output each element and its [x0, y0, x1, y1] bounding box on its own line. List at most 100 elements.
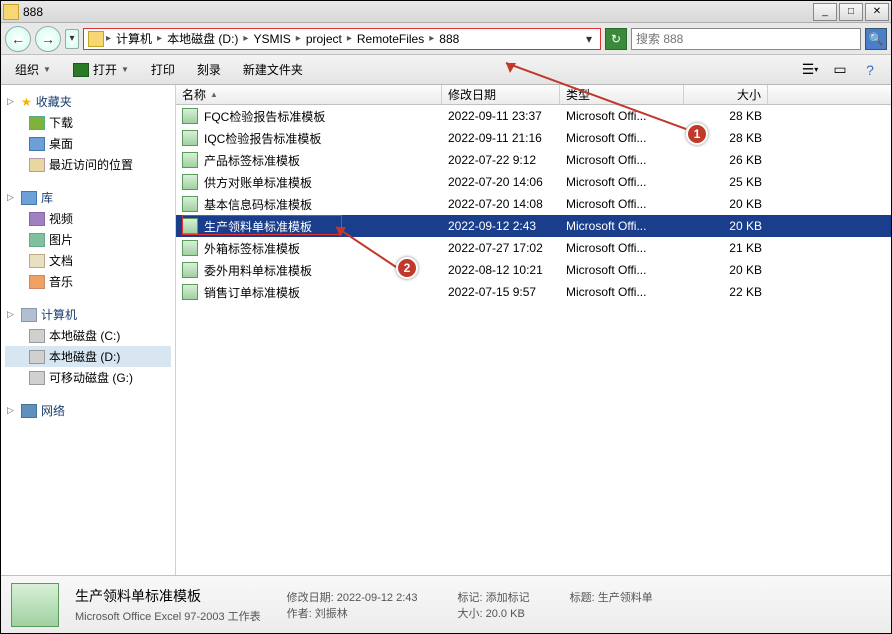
file-type: Microsoft Offi...	[560, 109, 684, 123]
file-type: Microsoft Offi...	[560, 263, 684, 277]
file-date: 2022-08-12 10:21	[442, 263, 560, 277]
drive-icon	[29, 350, 45, 364]
help-button[interactable]: ?	[859, 60, 881, 80]
address-dropdown[interactable]: ▾	[582, 32, 596, 46]
details-size: 20.0 KB	[486, 608, 525, 620]
crumb-1[interactable]: 本地磁盘 (D:)	[164, 30, 241, 47]
file-list-pane: 名称▲ 修改日期 类型 大小 FQC检验报告标准模板2022-09-11 23:…	[176, 85, 891, 575]
file-size: 20 KB	[684, 197, 768, 211]
excel-file-icon	[182, 130, 198, 146]
file-name: 生产领料单标准模板	[204, 218, 312, 235]
crumb-3[interactable]: project	[303, 32, 345, 46]
forward-button[interactable]: →	[35, 26, 61, 52]
file-size: 21 KB	[684, 241, 768, 255]
file-row[interactable]: 生产领料单标准模板2022-09-12 2:43Microsoft Offi..…	[176, 215, 891, 237]
file-name: IQC检验报告标准模板	[204, 130, 321, 147]
details-tags[interactable]: 添加标记	[486, 592, 530, 604]
library-icon	[21, 191, 37, 205]
sidebar-drive-d[interactable]: 本地磁盘 (D:)	[5, 346, 171, 367]
col-type[interactable]: 类型	[560, 85, 684, 104]
file-type: Microsoft Offi...	[560, 131, 684, 145]
file-date: 2022-07-27 17:02	[442, 241, 560, 255]
music-icon	[29, 275, 45, 289]
address-folder-icon	[88, 31, 104, 47]
sidebar-favorites[interactable]: ▷★收藏夹	[5, 91, 171, 112]
sidebar-desktop[interactable]: 桌面	[5, 133, 171, 154]
file-row[interactable]: 基本信息码标准模板2022-07-20 14:08Microsoft Offi.…	[176, 193, 891, 215]
sidebar-documents[interactable]: 文档	[5, 250, 171, 271]
file-name: 基本信息码标准模板	[204, 196, 312, 213]
col-name[interactable]: 名称▲	[176, 85, 442, 104]
open-menu[interactable]: 打开▼	[69, 59, 133, 80]
minimize-button[interactable]: _	[813, 3, 837, 21]
file-name: 委外用料单标准模板	[204, 262, 312, 279]
details-author[interactable]: 刘振林	[315, 608, 348, 620]
print-button[interactable]: 打印	[147, 59, 179, 80]
burn-button[interactable]: 刻录	[193, 59, 225, 80]
history-dropdown[interactable]: ▾	[65, 29, 79, 49]
excel-file-icon	[182, 262, 198, 278]
preview-pane-button[interactable]: ▭	[829, 60, 851, 80]
organize-menu[interactable]: 组织▼	[11, 59, 55, 80]
file-row[interactable]: IQC检验报告标准模板2022-09-11 21:16Microsoft Off…	[176, 127, 891, 149]
file-row[interactable]: 供方对账单标准模板2022-07-20 14:06Microsoft Offi.…	[176, 171, 891, 193]
excel-file-icon	[182, 240, 198, 256]
sidebar-network[interactable]: ▷网络	[5, 400, 171, 421]
file-name: 产品标签标准模板	[204, 152, 300, 169]
drive-icon	[29, 329, 45, 343]
view-menu[interactable]: ☰▾	[799, 60, 821, 80]
file-size: 22 KB	[684, 285, 768, 299]
file-row[interactable]: 外箱标签标准模板2022-07-27 17:02Microsoft Offi..…	[176, 237, 891, 259]
sidebar-libraries[interactable]: ▷库	[5, 187, 171, 208]
sidebar: ▷★收藏夹 下载 桌面 最近访问的位置 ▷库 视频 图片 文档 音乐 ▷计算机 …	[1, 85, 176, 575]
drive-icon	[29, 371, 45, 385]
sidebar-music[interactable]: 音乐	[5, 271, 171, 292]
search-input[interactable]	[636, 32, 856, 46]
crumb-4[interactable]: RemoteFiles	[354, 32, 427, 46]
col-date[interactable]: 修改日期	[442, 85, 560, 104]
computer-icon	[21, 308, 37, 322]
refresh-button[interactable]: ↻	[605, 28, 627, 50]
crumb-5[interactable]: 888	[436, 32, 462, 46]
crumb-0[interactable]: 计算机	[113, 30, 155, 47]
video-icon	[29, 212, 45, 226]
file-rows[interactable]: FQC检验报告标准模板2022-09-11 23:37Microsoft Off…	[176, 105, 891, 575]
navbar: ← → ▾ ▸ 计算机▸ 本地磁盘 (D:)▸ YSMIS▸ project▸ …	[1, 23, 891, 55]
file-row[interactable]: 产品标签标准模板 2022-07-22 9:12Microsoft Offi...…	[176, 149, 891, 171]
sidebar-drive-g[interactable]: 可移动磁盘 (G:)	[5, 367, 171, 388]
excel-file-icon	[182, 196, 198, 212]
file-row[interactable]: 委外用料单标准模板 2022-08-12 10:21Microsoft Offi.…	[176, 259, 891, 281]
maximize-button[interactable]: □	[839, 3, 863, 21]
callout-2: 2	[396, 257, 418, 279]
excel-icon	[73, 63, 89, 77]
details-file-icon	[11, 583, 59, 627]
sidebar-videos[interactable]: 视频	[5, 208, 171, 229]
file-type: Microsoft Offi...	[560, 153, 684, 167]
file-row[interactable]: FQC检验报告标准模板2022-09-11 23:37Microsoft Off…	[176, 105, 891, 127]
sidebar-computer[interactable]: ▷计算机	[5, 304, 171, 325]
star-icon: ★	[21, 95, 32, 109]
back-button[interactable]: ←	[5, 26, 31, 52]
toolbar: 组织▼ 打开▼ 打印 刻录 新建文件夹 ☰▾ ▭ ?	[1, 55, 891, 85]
file-date: 2022-07-22 9:12	[442, 153, 560, 167]
window-title: 888	[23, 5, 813, 19]
details-title: 生产领料单标准模板	[75, 586, 261, 606]
sidebar-drive-c[interactable]: 本地磁盘 (C:)	[5, 325, 171, 346]
details-doc-title[interactable]: 生产领料单	[598, 592, 653, 604]
close-button[interactable]: ✕	[865, 3, 889, 21]
details-modified: 2022-09-12 2:43	[337, 592, 418, 604]
search-box[interactable]	[631, 28, 861, 50]
sidebar-downloads[interactable]: 下载	[5, 112, 171, 133]
col-size[interactable]: 大小	[684, 85, 768, 104]
file-date: 2022-07-20 14:06	[442, 175, 560, 189]
sidebar-pictures[interactable]: 图片	[5, 229, 171, 250]
sidebar-recent[interactable]: 最近访问的位置	[5, 154, 171, 175]
document-icon	[29, 254, 45, 268]
newfolder-button[interactable]: 新建文件夹	[239, 59, 307, 80]
file-date: 2022-07-20 14:08	[442, 197, 560, 211]
file-row[interactable]: 销售订单标准模板2022-07-15 9:57Microsoft Offi...…	[176, 281, 891, 303]
file-type: Microsoft Offi...	[560, 241, 684, 255]
crumb-2[interactable]: YSMIS	[250, 32, 293, 46]
address-bar[interactable]: ▸ 计算机▸ 本地磁盘 (D:)▸ YSMIS▸ project▸ Remote…	[83, 28, 601, 50]
search-button[interactable]: 🔍	[865, 28, 887, 50]
